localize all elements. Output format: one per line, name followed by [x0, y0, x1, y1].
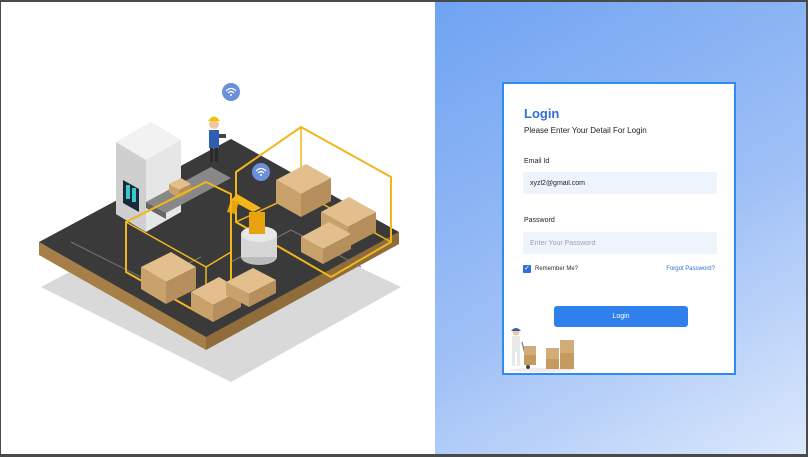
- email-label: Email Id: [524, 158, 550, 165]
- login-subtitle: Please Enter Your Detail For Login: [524, 126, 647, 135]
- illustration-panel: [1, 2, 435, 454]
- delivery-illustration: [509, 328, 574, 372]
- login-button[interactable]: Login: [554, 306, 688, 327]
- app-window: Login Please Enter Your Detail For Login…: [1, 2, 806, 454]
- login-title: Login: [524, 106, 560, 121]
- email-field[interactable]: [523, 172, 717, 194]
- forgot-password-link[interactable]: Forgot Password?: [666, 266, 715, 272]
- login-card: Login Please Enter Your Detail For Login…: [502, 82, 736, 375]
- password-field[interactable]: [523, 232, 717, 254]
- password-label: Password: [524, 217, 555, 224]
- warehouse-illustration: [39, 83, 401, 382]
- wifi-icon: [222, 83, 240, 101]
- check-icon[interactable]: ✓: [523, 265, 531, 273]
- login-panel: Login Please Enter Your Detail For Login…: [435, 2, 806, 454]
- remember-me-checkbox[interactable]: ✓ Remember Me?: [523, 265, 578, 273]
- wifi-icon: [252, 163, 270, 181]
- remember-me-label: Remember Me?: [535, 266, 579, 272]
